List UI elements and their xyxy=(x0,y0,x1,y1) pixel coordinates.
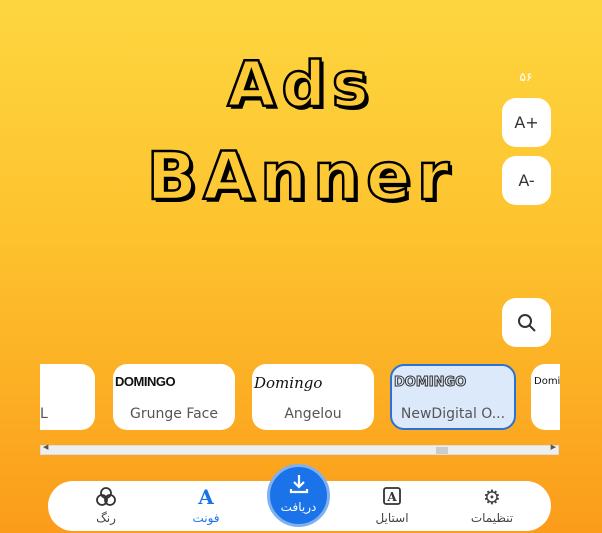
font-name: Grunge Face xyxy=(130,406,218,422)
nav-style[interactable]: A استایل xyxy=(352,486,432,525)
scroll-left-icon[interactable]: ◀ xyxy=(43,443,48,451)
font-card-selected[interactable]: DOMINGO NewDigital O... xyxy=(390,364,516,430)
svg-text:A: A xyxy=(386,490,397,504)
font-name: NewDigital O... xyxy=(400,406,506,422)
font-list[interactable]: L DOMINGO Grunge Face Domingo Angelou DO… xyxy=(40,364,560,432)
font-name: Angelou xyxy=(284,406,342,422)
scroll-right-icon[interactable]: ▶ xyxy=(551,443,556,451)
decrease-size-button[interactable]: A- xyxy=(502,156,551,205)
scrollbar-thumb[interactable] xyxy=(436,447,448,454)
font-icon: A xyxy=(198,485,214,509)
font-preview: Domin xyxy=(534,376,560,387)
increase-size-button[interactable]: A+ xyxy=(502,98,551,147)
color-circles-icon xyxy=(66,486,146,508)
download-button[interactable]: دریافت xyxy=(267,464,330,527)
nav-font[interactable]: A فونت xyxy=(166,486,246,525)
nav-color-label: رنگ xyxy=(96,511,116,525)
download-icon xyxy=(270,473,327,500)
horizontal-scrollbar[interactable]: ◀ ▶ xyxy=(40,443,559,455)
font-size-value: ۵۶ xyxy=(519,70,533,84)
search-button[interactable] xyxy=(502,298,551,347)
nav-settings-label: تنظیمات xyxy=(470,511,514,525)
font-preview: DOMINGO xyxy=(393,375,467,391)
font-card[interactable]: Domingo Angelou xyxy=(252,364,374,430)
download-label: دریافت xyxy=(280,500,317,514)
font-name: L xyxy=(40,406,48,422)
nav-font-label: فونت xyxy=(192,511,220,525)
font-card[interactable]: Domin xyxy=(531,364,560,430)
font-preview: Domingo xyxy=(254,374,323,392)
nav-color[interactable]: رنگ xyxy=(66,486,146,525)
font-preview: DOMINGO xyxy=(115,374,176,389)
nav-style-label: استایل xyxy=(375,511,409,525)
style-icon: A xyxy=(352,486,432,508)
font-card[interactable]: DOMINGO Grunge Face xyxy=(113,364,235,430)
nav-settings[interactable]: ⚙ تنظیمات xyxy=(452,486,532,525)
font-card[interactable]: L xyxy=(40,364,95,430)
search-icon xyxy=(517,313,536,332)
gear-icon: ⚙ xyxy=(483,485,501,509)
